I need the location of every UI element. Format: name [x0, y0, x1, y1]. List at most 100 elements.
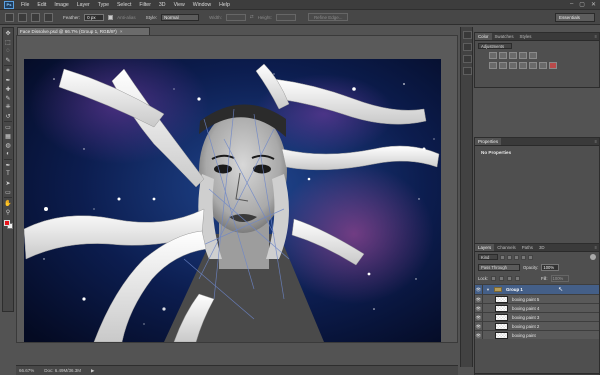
subtract-selection-icon[interactable]	[44, 12, 53, 22]
history-panel-icon[interactable]	[463, 31, 472, 39]
clone-stamp-icon[interactable]: ⎈	[3, 103, 13, 111]
lock-transparent-icon[interactable]	[491, 276, 497, 281]
style-select[interactable]: Normal	[161, 13, 200, 21]
vibrance-icon[interactable]	[529, 52, 537, 59]
history-brush-icon[interactable]: ↺	[3, 112, 13, 120]
marquee-tool-preset-icon[interactable]	[5, 12, 14, 22]
visibility-eye-icon[interactable]: 👁	[475, 295, 483, 303]
actions-panel-icon[interactable]	[463, 43, 472, 51]
menu-help[interactable]: Help	[215, 0, 234, 10]
workspace-select[interactable]: Essentials	[555, 13, 595, 22]
menu-view[interactable]: View	[170, 0, 189, 10]
filter-type-icon[interactable]	[514, 254, 519, 260]
black-white-icon[interactable]	[509, 62, 517, 69]
visibility-eye-icon[interactable]: 👁	[475, 331, 483, 339]
tab-paths[interactable]: Paths	[519, 244, 536, 251]
menu-file[interactable]: File	[17, 0, 33, 10]
filter-toggle-icon[interactable]	[590, 254, 596, 260]
filter-adjustment-icon[interactable]	[507, 254, 512, 260]
shape-icon[interactable]: ▭	[3, 188, 13, 196]
zoom-level[interactable]: 66.67%	[19, 368, 34, 373]
visibility-eye-icon[interactable]: 👁	[475, 313, 483, 321]
brush-icon[interactable]: ✎	[3, 94, 13, 102]
width-input[interactable]	[225, 13, 246, 21]
group-expand-icon[interactable]: ▼	[486, 287, 490, 292]
dodge-icon[interactable]: ◐	[3, 150, 13, 158]
zoom-icon[interactable]: ⚲	[3, 208, 13, 216]
lock-image-icon[interactable]	[499, 276, 505, 281]
panel-menu-icon[interactable]: ≡	[595, 33, 599, 40]
close-icon[interactable]: ✕	[591, 1, 596, 8]
brightness-contrast-icon[interactable]	[489, 52, 497, 59]
levels-icon[interactable]	[499, 52, 507, 59]
filter-pixel-icon[interactable]	[500, 254, 505, 260]
document-tab[interactable]: Face Dissolve.psd @ 66.7% (Group 1, RGB/…	[17, 27, 150, 35]
status-menu-icon[interactable]: ▶	[91, 368, 94, 374]
artwork-canvas[interactable]	[24, 59, 441, 342]
filter-shape-icon[interactable]	[521, 254, 526, 260]
panel-menu-icon[interactable]: ≡	[595, 244, 599, 251]
layer-kind-select[interactable]: Kind	[478, 254, 498, 260]
hue-saturation-icon[interactable]	[489, 62, 497, 69]
visibility-eye-icon[interactable]: 👁	[475, 322, 483, 330]
tab-layers[interactable]: Layers	[475, 244, 495, 251]
layer-row[interactable]: 👁 boxing paint 5	[475, 294, 599, 303]
exposure-icon[interactable]	[519, 52, 527, 59]
add-selection-icon[interactable]	[31, 12, 40, 22]
tab-styles[interactable]: Styles	[517, 33, 535, 40]
blur-icon[interactable]: ◍	[3, 141, 13, 149]
menu-filter[interactable]: Filter	[135, 0, 155, 10]
eyedropper-icon[interactable]: ✒	[3, 76, 13, 84]
tab-channels[interactable]: Channels	[494, 244, 519, 251]
menu-layer[interactable]: Layer	[73, 0, 94, 10]
foreground-color-swatch[interactable]	[4, 220, 10, 226]
move-icon[interactable]: ✥	[3, 29, 13, 37]
crop-icon[interactable]: ⌗	[3, 67, 13, 75]
antialias-checkbox[interactable]	[108, 14, 114, 20]
minimize-icon[interactable]: –	[570, 1, 573, 8]
visibility-eye-icon[interactable]: 👁	[475, 285, 483, 294]
tab-color[interactable]: Color	[475, 33, 492, 40]
layer-row[interactable]: 👁 boxing paint 4	[475, 303, 599, 312]
feather-input[interactable]: 0 px	[84, 13, 105, 21]
menu-type[interactable]: Type	[94, 0, 113, 10]
paragraph-panel-icon[interactable]	[463, 67, 472, 75]
color-swatches[interactable]	[3, 219, 13, 230]
invert-icon[interactable]	[549, 62, 557, 69]
adjustments-dropdown[interactable]: Adjustments	[478, 43, 512, 49]
layer-row[interactable]: 👁 boxing paint 3	[475, 312, 599, 321]
lasso-icon[interactable]: ◌	[3, 47, 13, 55]
menu-image[interactable]: Image	[50, 0, 72, 10]
layer-row[interactable]: 👁 boxing paint	[475, 330, 599, 339]
tab-swatches[interactable]: Swatches	[492, 33, 517, 40]
hand-icon[interactable]: ✋	[3, 199, 13, 207]
type-icon[interactable]: T	[3, 170, 13, 178]
menu-window[interactable]: Window	[189, 0, 215, 10]
refine-edge-button[interactable]: Refine Edge...	[307, 13, 349, 21]
pen-icon[interactable]: ✒	[3, 161, 13, 169]
blend-mode-select[interactable]: Pass Through	[478, 264, 520, 271]
filter-smart-object-icon[interactable]	[528, 254, 533, 260]
gradient-icon[interactable]: ▦	[3, 132, 13, 140]
eraser-icon[interactable]: ▭	[3, 123, 13, 131]
close-tab-icon[interactable]: ×	[120, 29, 123, 34]
menu-edit[interactable]: Edit	[33, 0, 50, 10]
marquee-icon[interactable]: ⬚	[3, 38, 13, 46]
path-select-icon[interactable]: ➤	[3, 179, 13, 187]
layer-group-1[interactable]: 👁 ▼ Group 1 ↖	[475, 284, 599, 294]
healing-icon[interactable]: ✚	[3, 85, 13, 93]
channel-mixer-icon[interactable]	[529, 62, 537, 69]
panel-menu-icon[interactable]: ≡	[595, 138, 599, 145]
curves-icon[interactable]	[509, 52, 517, 59]
swap-icon[interactable]: ⇄	[250, 14, 254, 20]
menu-3d[interactable]: 3D	[155, 0, 170, 10]
tab-properties[interactable]: Properties	[475, 138, 502, 145]
maximize-icon[interactable]: ▢	[579, 1, 585, 8]
color-lookup-icon[interactable]	[539, 62, 547, 69]
character-panel-icon[interactable]	[463, 55, 472, 63]
tab-3d[interactable]: 3D	[536, 244, 548, 251]
new-selection-icon[interactable]	[18, 12, 27, 22]
fill-input[interactable]: 100%	[550, 275, 569, 282]
lock-position-icon[interactable]	[507, 276, 513, 281]
height-input[interactable]	[275, 13, 296, 21]
